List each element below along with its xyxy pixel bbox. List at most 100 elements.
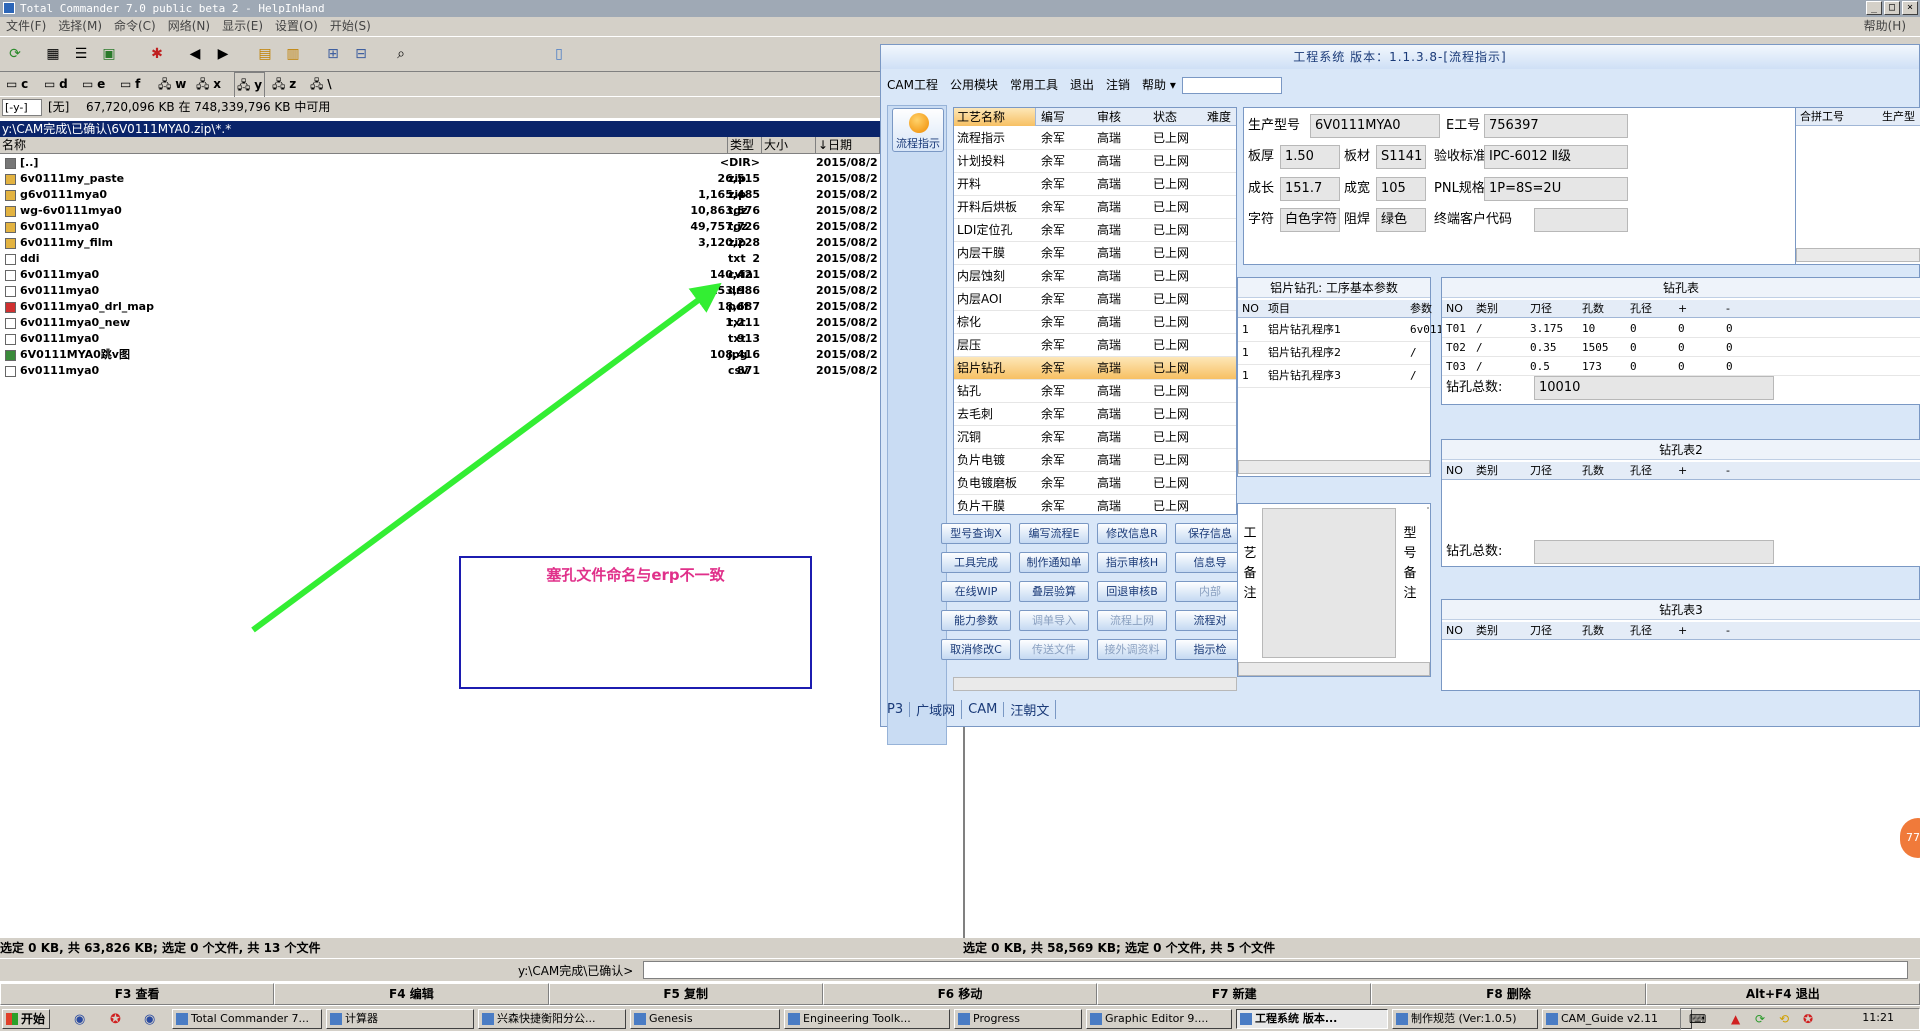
process-row[interactable]: 计划投料 余军 高瑞 已上网 — [954, 150, 1236, 173]
field-standard[interactable]: IPC-6012 Ⅱ级 — [1484, 145, 1628, 169]
cam-menu-tools[interactable]: 常用工具 — [1004, 75, 1064, 95]
merge-scrollbar[interactable] — [1796, 248, 1920, 262]
ph-status[interactable]: 状态 — [1150, 108, 1177, 126]
action-button[interactable]: 接外调资料 — [1097, 639, 1167, 660]
process-row[interactable]: 棕化 余军 高瑞 已上网 — [954, 311, 1236, 334]
ph-writer[interactable]: 编写 — [1038, 108, 1065, 126]
taskbar-task[interactable]: 计算器 — [326, 1009, 474, 1029]
flow-guide-button[interactable]: 流程指示 — [892, 108, 944, 152]
merge-col-no[interactable]: 合拼工号 — [1796, 108, 1844, 126]
action-button[interactable]: 流程对 — [1175, 610, 1245, 631]
taskbar-task[interactable]: Graphic Editor 9.... — [1086, 1009, 1232, 1029]
quicklaunch-icon-3[interactable]: ◉ — [144, 1012, 155, 1027]
field-thickness[interactable]: 1.50 — [1280, 145, 1340, 169]
process-row[interactable]: 负片电镀 余军 高瑞 已上网 — [954, 449, 1236, 472]
notes-scrollbar[interactable] — [1238, 662, 1430, 676]
drill2-total-field[interactable] — [1534, 540, 1774, 564]
process-row[interactable]: 沉铜 余军 高瑞 已上网 — [954, 426, 1236, 449]
action-button[interactable]: 回退审核B — [1097, 581, 1167, 602]
f6-move-button[interactable]: F6 移动 — [822, 983, 1098, 1005]
field-material[interactable]: S1141 — [1376, 145, 1426, 169]
field-customer[interactable] — [1534, 208, 1628, 232]
process-row[interactable]: 开料 余军 高瑞 已上网 — [954, 173, 1236, 196]
process-row[interactable]: 内层AOI 余军 高瑞 已上网 — [954, 288, 1236, 311]
ph-difficulty[interactable]: 难度 — [1204, 108, 1231, 126]
field-e-no[interactable]: 756397 — [1484, 114, 1628, 138]
process-row[interactable]: 钻孔 余军 高瑞 已上网 — [954, 380, 1236, 403]
alt-f4-exit-button[interactable]: Alt+F4 退出 — [1645, 983, 1920, 1005]
action-button[interactable]: 修改信息R — [1097, 523, 1167, 544]
action-button[interactable]: 信息导 — [1175, 552, 1245, 573]
process-row[interactable]: 开料后烘板 余军 高瑞 已上网 — [954, 196, 1236, 219]
cam-menu-common[interactable]: 公用模块 — [944, 75, 1004, 95]
tray-refresh-icon[interactable]: ⟳ — [1755, 1012, 1765, 1026]
action-button[interactable]: 内部 — [1175, 581, 1245, 602]
action-button[interactable]: 指示检 — [1175, 639, 1245, 660]
process-note-box[interactable] — [1262, 508, 1396, 658]
action-button[interactable]: 调单导入 — [1019, 610, 1089, 631]
action-button[interactable]: 传送文件 — [1019, 639, 1089, 660]
action-button[interactable]: 工具完成 — [941, 552, 1011, 573]
cam-menu-help[interactable]: 帮助 ▾ — [1136, 75, 1182, 95]
process-row[interactable]: 层压 余军 高瑞 已上网 — [954, 334, 1236, 357]
drill-total-field[interactable]: 10010 — [1534, 376, 1774, 400]
cam-menu-exit[interactable]: 退出 — [1064, 75, 1100, 95]
f5-copy-button[interactable]: F5 复制 — [548, 983, 823, 1005]
process-row[interactable]: 铝片钻孔 余军 高瑞 已上网 — [954, 357, 1236, 380]
drill-row[interactable]: T02 / 0.35 1505 0 0 0 — [1442, 338, 1920, 357]
cam-menu-logout[interactable]: 注销 — [1100, 75, 1136, 95]
taskbar-task[interactable]: CAM_Guide v2.11 — [1542, 1009, 1692, 1029]
drill-row[interactable]: T03 / 0.5 173 0 0 0 — [1442, 357, 1920, 376]
step-scrollbar[interactable] — [1238, 460, 1430, 474]
command-input[interactable] — [643, 961, 1908, 979]
action-button[interactable]: 在线WIP — [941, 581, 1011, 602]
process-row[interactable]: 负片干膜 余军 高瑞 已上网 — [954, 495, 1236, 514]
quicklaunch-icon-2[interactable]: ✪ — [110, 1012, 121, 1027]
taskbar-task[interactable]: 制作规范 (Ver:1.0.5) — [1392, 1009, 1538, 1029]
action-button[interactable]: 保存信息 — [1175, 523, 1245, 544]
process-row[interactable]: 内层蚀刻 余军 高瑞 已上网 — [954, 265, 1236, 288]
tray-flash-icon[interactable]: ✪ — [1803, 1012, 1813, 1026]
action-button[interactable]: 编写流程E — [1019, 523, 1089, 544]
action-button[interactable]: 能力参数 — [941, 610, 1011, 631]
action-button[interactable]: 型号查询X — [941, 523, 1011, 544]
action-button[interactable]: 流程上网 — [1097, 610, 1167, 631]
taskbar-task[interactable]: 工程系统 版本... — [1236, 1009, 1388, 1029]
tray-keyboard-icon[interactable]: ⌨ — [1689, 1012, 1706, 1026]
action-button[interactable]: 指示审核H — [1097, 552, 1167, 573]
f8-delete-button[interactable]: F8 删除 — [1371, 983, 1646, 1005]
step-param-row[interactable]: 1 铝片钻孔程序3 / — [1238, 365, 1430, 388]
action-button[interactable]: 取消修改C — [941, 639, 1011, 660]
ph-name[interactable]: 工艺名称 — [954, 108, 1036, 126]
field-length[interactable]: 151.7 — [1280, 177, 1340, 201]
field-product-no[interactable]: 6V0111MYA0 — [1310, 114, 1440, 138]
cam-menu-cam[interactable]: CAM工程 — [881, 75, 944, 95]
ph-reviewer[interactable]: 审核 — [1094, 108, 1121, 126]
process-row[interactable]: 负电镀磨板 余军 高瑞 已上网 — [954, 472, 1236, 495]
step-param-row[interactable]: 1 铝片钻孔程序2 / — [1238, 342, 1430, 365]
process-h-scrollbar[interactable] — [953, 677, 1237, 691]
f7-new-button[interactable]: F7 新建 — [1097, 983, 1372, 1005]
taskbar-task[interactable]: Engineering Toolk... — [784, 1009, 950, 1029]
quicklaunch-icon-1[interactable]: ◉ — [74, 1012, 85, 1027]
field-mask[interactable]: 绿色 — [1376, 208, 1426, 232]
f3-view-button[interactable]: F3 查看 — [0, 983, 275, 1005]
field-width[interactable]: 105 — [1376, 177, 1426, 201]
process-row[interactable]: 流程指示 余军 高瑞 已上网 — [954, 127, 1236, 150]
taskbar-task[interactable]: Genesis — [630, 1009, 780, 1029]
action-button[interactable]: 制作通知单 — [1019, 552, 1089, 573]
cam-menu-combo[interactable] — [1181, 77, 1282, 94]
action-button[interactable]: 叠层验算 — [1019, 581, 1089, 602]
tray-update-icon[interactable]: ⟲ — [1779, 1012, 1789, 1026]
start-button[interactable]: 开始 — [2, 1009, 50, 1029]
f4-edit-button[interactable]: F4 编辑 — [274, 983, 549, 1005]
field-pnl[interactable]: 1P=8S=2U — [1484, 177, 1628, 201]
taskbar-task[interactable]: Total Commander 7... — [172, 1009, 322, 1029]
tray-app-icon[interactable]: ▲ — [1731, 1012, 1740, 1026]
taskbar-task[interactable]: Progress — [954, 1009, 1082, 1029]
step-param-row[interactable]: 1铝片钻孔程序16v0111mya0.svia — [1238, 319, 1509, 342]
drill-row[interactable]: T01 / 3.175 10 0 0 0 — [1442, 319, 1920, 338]
merge-col-model[interactable]: 生产型 — [1878, 108, 1915, 126]
process-row[interactable]: 去毛刺 余军 高瑞 已上网 — [954, 403, 1236, 426]
taskbar-task[interactable]: 兴森快捷衡阳分公... — [478, 1009, 626, 1029]
